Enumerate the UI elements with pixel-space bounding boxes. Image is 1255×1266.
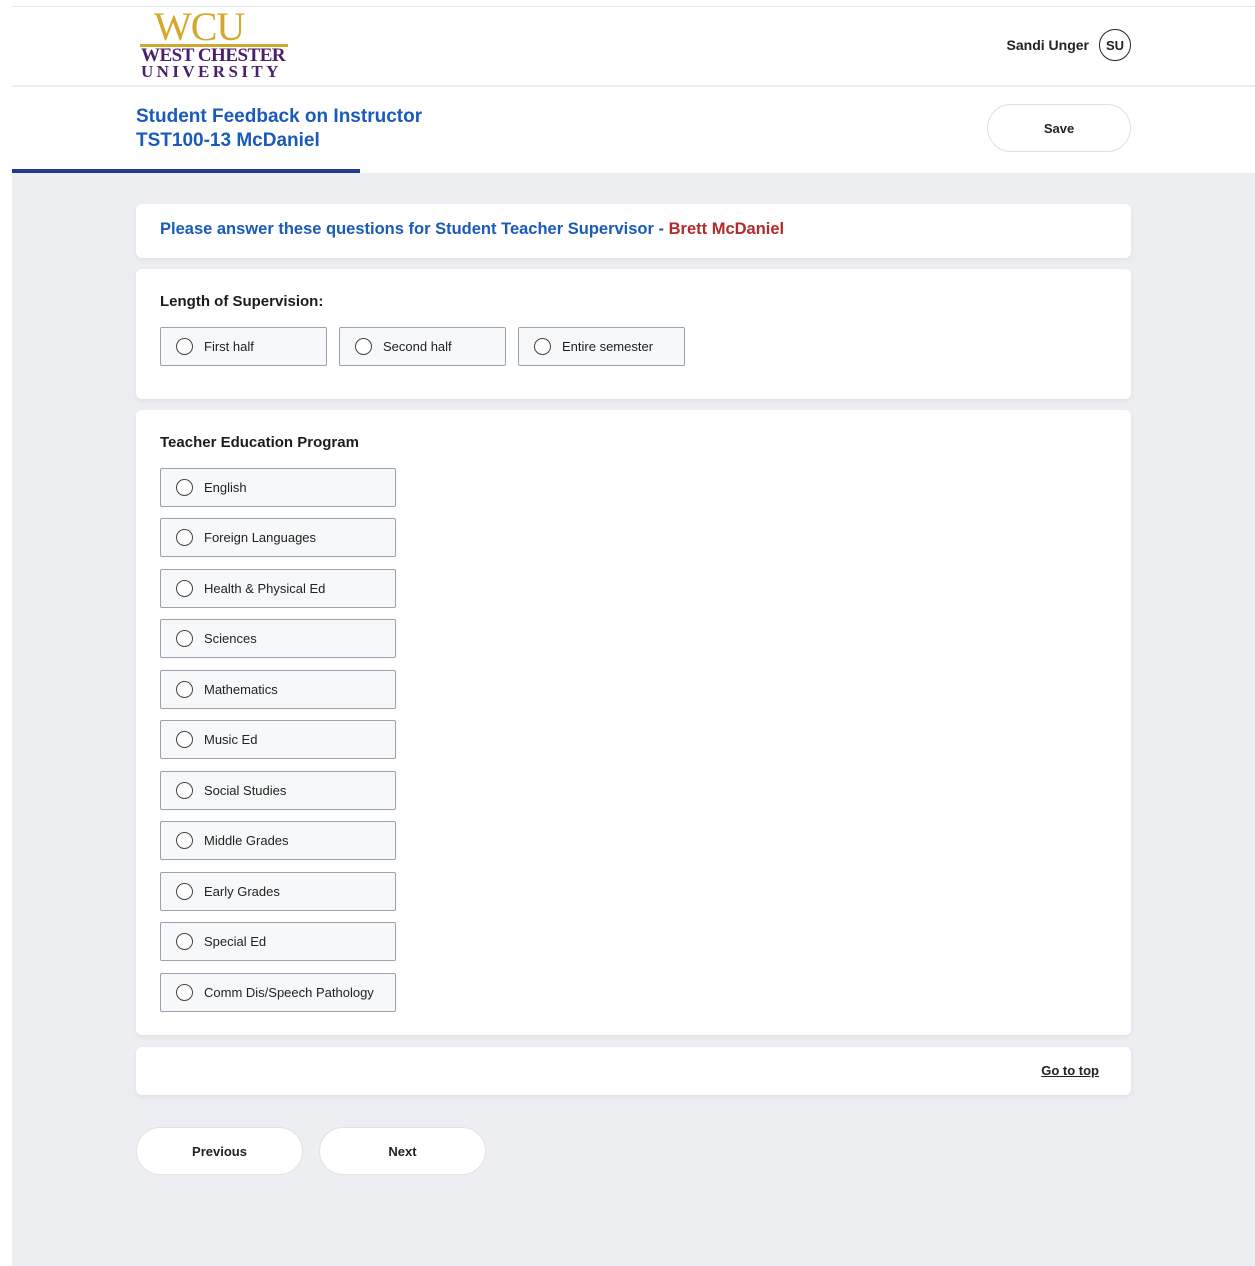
- option-label: Early Grades: [204, 884, 280, 899]
- length-of-supervision-card: Length of Supervision: First half Second…: [136, 269, 1131, 399]
- option-label: Sciences: [204, 631, 257, 646]
- radio-option-mathematics[interactable]: Mathematics: [160, 670, 396, 709]
- option-label: Comm Dis/Speech Pathology: [204, 985, 374, 1000]
- radio-option-english[interactable]: English: [160, 468, 396, 507]
- length-question-title: Length of Supervision:: [160, 293, 324, 310]
- radio-option-health-physical-ed[interactable]: Health & Physical Ed: [160, 569, 396, 608]
- radio-option-middle-grades[interactable]: Middle Grades: [160, 821, 396, 860]
- option-label: Entire semester: [562, 339, 654, 354]
- intro-card: Please answer these questions for Studen…: [136, 204, 1131, 258]
- radio-circle-icon[interactable]: [176, 681, 193, 698]
- next-button[interactable]: Next: [319, 1127, 486, 1175]
- avatar[interactable]: SU: [1099, 29, 1131, 61]
- page-title-line-2: TST100-13 McDaniel: [136, 130, 320, 151]
- radio-circle-icon[interactable]: [176, 832, 193, 849]
- radio-option-entire-semester[interactable]: Entire semester: [518, 327, 685, 366]
- footer-card: Go to top: [136, 1047, 1131, 1095]
- radio-option-early-grades[interactable]: Early Grades: [160, 872, 396, 911]
- radio-option-music-ed[interactable]: Music Ed: [160, 720, 396, 759]
- page-title: Student Feedback on Instructor TST100-13…: [136, 105, 422, 153]
- radio-circle-icon[interactable]: [176, 731, 193, 748]
- intro-prefix: Please answer these questions for Studen…: [160, 220, 669, 238]
- option-label: Special Ed: [204, 934, 267, 949]
- program-question-title: Teacher Education Program: [160, 434, 359, 451]
- title-bar: Student Feedback on Instructor TST100-13…: [12, 87, 1255, 173]
- radio-option-comm-dis-speech-pathology[interactable]: Comm Dis/Speech Pathology: [160, 973, 396, 1012]
- radio-circle-icon[interactable]: [176, 580, 193, 597]
- radio-option-social-studies[interactable]: Social Studies: [160, 771, 396, 810]
- page-background: WCU WEST CHESTER UNIVERSITY Sandi Unger …: [12, 6, 1255, 1266]
- teacher-education-program-card: Teacher Education Program English Foreig…: [136, 410, 1131, 1035]
- option-label: First half: [204, 339, 254, 354]
- page-title-line-1: Student Feedback on Instructor: [136, 106, 423, 127]
- option-label: Health & Physical Ed: [204, 581, 326, 596]
- option-label: Middle Grades: [204, 833, 289, 848]
- supervisor-name: Brett McDaniel: [668, 220, 785, 238]
- option-label: English: [204, 480, 247, 495]
- radio-circle-icon[interactable]: [176, 933, 193, 950]
- intro-question: Please answer these questions for Studen…: [160, 220, 784, 239]
- radio-circle-icon[interactable]: [176, 529, 193, 546]
- logo-line-2: UNIVERSITY: [141, 62, 282, 81]
- radio-option-special-ed[interactable]: Special Ed: [160, 922, 396, 961]
- radio-circle-icon[interactable]: [176, 984, 193, 1001]
- radio-circle-icon[interactable]: [176, 782, 193, 799]
- radio-option-foreign-languages[interactable]: Foreign Languages: [160, 518, 396, 557]
- radio-circle-icon[interactable]: [176, 630, 193, 647]
- title-accent-bar: [12, 169, 360, 173]
- save-button[interactable]: Save: [987, 104, 1131, 152]
- option-label: Social Studies: [204, 783, 287, 798]
- radio-circle-icon[interactable]: [355, 338, 372, 355]
- option-label: Music Ed: [204, 732, 258, 747]
- radio-circle-icon[interactable]: [534, 338, 551, 355]
- radio-option-sciences[interactable]: Sciences: [160, 619, 396, 658]
- top-bar: WCU WEST CHESTER UNIVERSITY Sandi Unger …: [12, 7, 1255, 86]
- radio-circle-icon[interactable]: [176, 338, 193, 355]
- option-label: Second half: [383, 339, 452, 354]
- previous-button[interactable]: Previous: [136, 1127, 303, 1175]
- user-menu[interactable]: Sandi Unger SU: [1007, 29, 1131, 61]
- radio-circle-icon[interactable]: [176, 883, 193, 900]
- radio-option-second-half[interactable]: Second half: [339, 327, 506, 366]
- option-label: Mathematics: [204, 682, 278, 697]
- wcu-logo[interactable]: WCU WEST CHESTER UNIVERSITY: [138, 4, 290, 83]
- option-label: Foreign Languages: [204, 530, 317, 545]
- logo-letters: WCU: [154, 4, 245, 49]
- radio-option-first-half[interactable]: First half: [160, 327, 327, 366]
- go-to-top-link[interactable]: Go to top: [1041, 1063, 1099, 1078]
- user-name: Sandi Unger: [1006, 37, 1089, 53]
- radio-circle-icon[interactable]: [176, 479, 193, 496]
